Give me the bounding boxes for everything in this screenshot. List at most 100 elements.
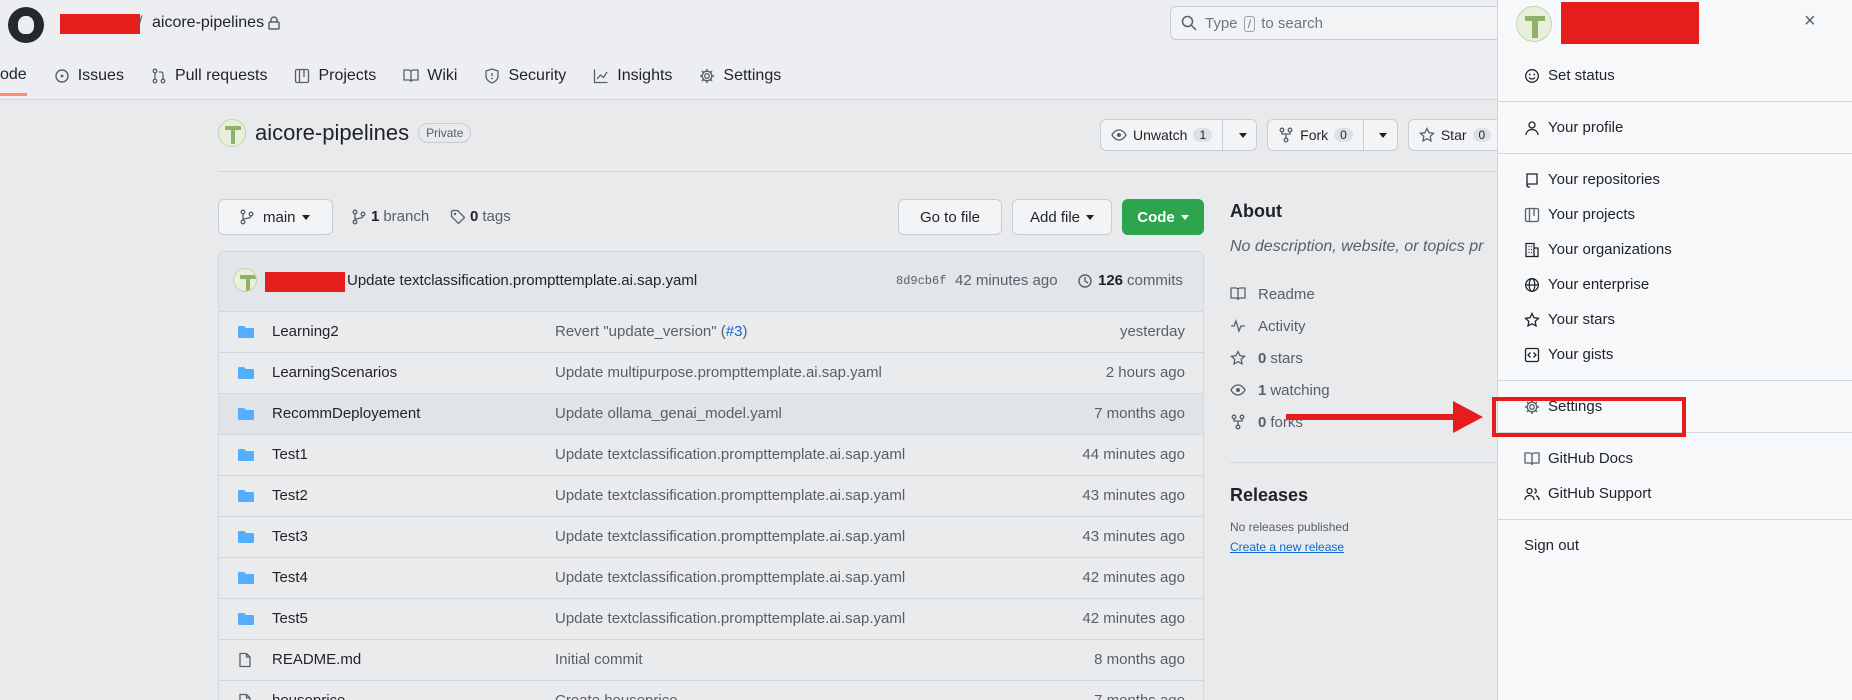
table-row[interactable]: Test2 Update textclassification.prompttem… — [219, 476, 1203, 517]
file-icon — [239, 693, 251, 700]
menu-item-your-profile[interactable]: Your profile — [1498, 110, 1852, 145]
people-icon — [1524, 487, 1540, 500]
tab-wiki[interactable]: Wiki — [403, 62, 457, 90]
tab-projects[interactable]: Projects — [294, 62, 376, 90]
pr-link[interactable]: #3 — [726, 323, 743, 340]
tab-settings[interactable]: Settings — [699, 62, 781, 90]
file-commit-time: 44 minutes ago — [1082, 446, 1185, 463]
tab-label: Wiki — [427, 67, 458, 84]
file-name[interactable]: LearningScenarios — [272, 364, 397, 381]
annotation-highlight-box — [1492, 397, 1686, 437]
folder-icon — [238, 490, 254, 502]
file-name[interactable]: Test5 — [272, 610, 308, 627]
menu-item-label: Set status — [1548, 67, 1615, 84]
code-button[interactable]: Code — [1122, 199, 1204, 235]
file-commit-message[interactable]: Update textclassification.prompttemplate… — [555, 528, 905, 545]
file-name[interactable]: README.md — [272, 651, 361, 668]
create-release-link[interactable]: Create a new release — [1230, 540, 1500, 554]
file-commit-message[interactable]: Update multipurpose.prompttemplate.ai.sa… — [555, 364, 882, 381]
file-name[interactable]: Test2 — [272, 487, 308, 504]
search-input[interactable]: Type / to search — [1170, 6, 1510, 40]
unwatch-button[interactable]: Unwatch 1 — [1100, 119, 1258, 151]
table-row[interactable]: Test5 Update textclassification.prompttem… — [219, 599, 1203, 640]
menu-item-label: Your profile — [1548, 119, 1624, 136]
about-sidebar: About No description, website, or topics… — [1230, 201, 1500, 554]
file-name[interactable]: Test4 — [272, 569, 308, 586]
table-row[interactable]: Learning2 Revert "update_version" (#3) yes… — [219, 312, 1203, 353]
divider — [1230, 462, 1500, 463]
tab-insights[interactable]: Insights — [593, 62, 672, 90]
file-commit-time: 8 months ago — [1094, 651, 1185, 668]
file-commit-message[interactable]: Initial commit — [555, 651, 643, 668]
chevron-down-icon[interactable] — [1362, 120, 1397, 150]
table-row[interactable]: houseprice Create houseprice 7 months ago — [219, 681, 1203, 700]
commit-message[interactable]: Update textclassification.prompttemplate… — [347, 272, 697, 289]
go-to-file-button[interactable]: Go to file — [898, 199, 1002, 235]
file-commit-message[interactable]: Update textclassification.prompttemplate… — [555, 569, 905, 586]
annotation-arrow-head — [1453, 401, 1483, 433]
menu-item-your-stars[interactable]: Your stars — [1498, 302, 1852, 337]
tab-security[interactable]: Security — [484, 62, 566, 90]
add-file-button[interactable]: Add file — [1012, 199, 1112, 235]
about-heading: About — [1230, 201, 1282, 221]
stars-link[interactable]: 0 stars — [1230, 342, 1500, 374]
file-name[interactable]: Learning2 — [272, 323, 339, 340]
readme-link[interactable]: Readme — [1230, 278, 1500, 310]
file-commit-message[interactable]: Update textclassification.prompttemplate… — [555, 610, 905, 627]
tab-issues[interactable]: Issues — [54, 62, 124, 90]
table-row[interactable]: LearningScenarios Update multipurpose.pro… — [219, 353, 1203, 394]
file-commit-message[interactable]: Revert "update_version" (#3) — [555, 323, 747, 340]
tags-link[interactable]: 0 tags — [450, 208, 511, 225]
owner-avatar[interactable] — [218, 119, 246, 147]
file-name[interactable]: RecommDeployement — [272, 405, 420, 422]
menu-item-set-status[interactable]: Set status — [1498, 58, 1852, 93]
menu-item-your-gists[interactable]: Your gists — [1498, 337, 1852, 372]
menu-item-github-support[interactable]: GitHub Support — [1498, 476, 1852, 511]
file-name[interactable]: Test1 — [272, 446, 308, 463]
table-row[interactable]: RecommDeployement Update ollama_genai_mod… — [219, 394, 1203, 435]
repo-nav: ode Issues Pull requests Projects Wiki Securi… — [0, 62, 808, 100]
menu-item-your-enterprise[interactable]: Your enterprise — [1498, 267, 1852, 302]
folder-icon — [238, 572, 254, 584]
file-name[interactable]: houseprice — [272, 692, 345, 700]
file-commit-time: 7 months ago — [1094, 405, 1185, 422]
table-row[interactable]: Test1 Update textclassification.prompttem… — [219, 435, 1203, 476]
repo-title[interactable]: aicore-pipelines — [255, 120, 409, 146]
organization-icon — [1525, 242, 1539, 257]
pull-request-icon — [152, 68, 166, 84]
project-icon — [1524, 207, 1540, 222]
menu-item-your-projects[interactable]: Your projects — [1498, 197, 1852, 232]
table-row[interactable]: Test4 Update textclassification.prompttem… — [219, 558, 1203, 599]
menu-item-label: Your gists — [1548, 346, 1614, 363]
menu-item-github-docs[interactable]: GitHub Docs — [1498, 441, 1852, 476]
file-commit-time: 7 months ago — [1094, 692, 1185, 700]
file-list: Update textclassification.prompttemplate… — [218, 251, 1204, 700]
commit-history-link[interactable]: 126 commits — [1077, 272, 1183, 289]
releases-heading[interactable]: Releases — [1230, 485, 1500, 506]
menu-item-sign-out[interactable]: Sign out — [1498, 528, 1852, 563]
breadcrumb-repo[interactable]: aicore-pipelines — [152, 14, 264, 32]
file-commit-message[interactable]: Update textclassification.prompttemplate… — [555, 446, 905, 463]
branches-link[interactable]: 1 branch — [351, 208, 429, 225]
tab-pull-requests[interactable]: Pull requests — [151, 62, 267, 90]
file-commit-message[interactable]: Update textclassification.prompttemplate… — [555, 487, 905, 504]
file-commit-time: 2 hours ago — [1105, 364, 1185, 381]
menu-item-your-organizations[interactable]: Your organizations — [1498, 232, 1852, 267]
committer-avatar[interactable] — [233, 268, 257, 292]
fork-button[interactable]: Fork 0 — [1267, 119, 1398, 151]
table-row[interactable]: README.md Initial commit 8 months ago — [219, 640, 1203, 681]
file-commit-message[interactable]: Update ollama_genai_model.yaml — [555, 405, 782, 422]
file-commit-message[interactable]: Create houseprice — [555, 692, 678, 700]
activity-link[interactable]: Activity — [1230, 310, 1500, 342]
tab-ode[interactable]: ode — [0, 56, 27, 96]
folder-icon — [238, 449, 254, 461]
commit-sha[interactable]: 8d9cb6f — [896, 274, 946, 288]
github-logo-icon[interactable] — [8, 7, 44, 43]
table-row[interactable]: Test3 Update textclassification.prompttem… — [219, 517, 1203, 558]
branch-select-button[interactable]: main — [218, 199, 333, 235]
close-icon[interactable]: × — [1804, 10, 1816, 33]
menu-item-your-repositories[interactable]: Your repositories — [1498, 162, 1852, 197]
redacted-username — [1561, 2, 1699, 44]
file-name[interactable]: Test3 — [272, 528, 308, 545]
chevron-down-icon[interactable] — [1222, 120, 1256, 150]
